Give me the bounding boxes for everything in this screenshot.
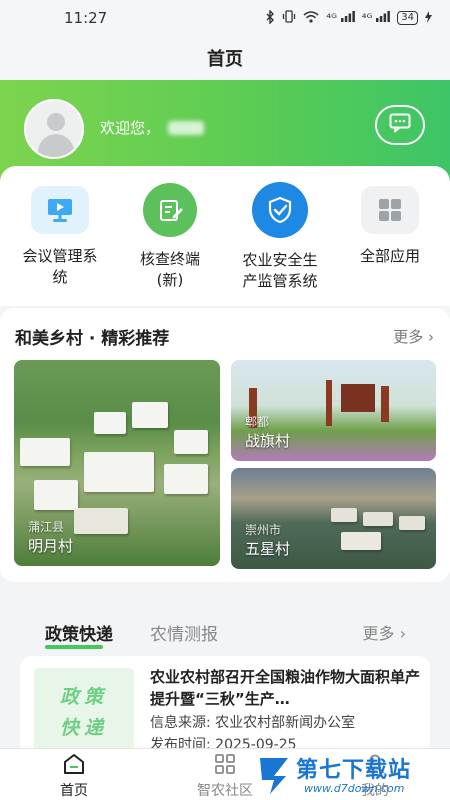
title-bar: 首页 <box>0 36 450 80</box>
news-source: 信息来源: 农业农村部新闻办公室 <box>150 715 356 731</box>
presentation-icon <box>31 186 89 234</box>
grid-icon <box>361 186 419 234</box>
signal-label: ⁴ᴳ <box>326 11 337 25</box>
watermark-url: www.d7down.com <box>304 782 405 795</box>
vibrate-icon <box>282 10 296 26</box>
page-title: 首页 <box>207 49 243 70</box>
village-recommend-section: 和美乡村 · 精彩推荐 更多 › 蒲江县 明月村 郫都 战旗村 崇州市 五星村 <box>0 308 450 582</box>
status-bar: 11:27 ⁴ᴳ ⁴ᴳ 34 <box>0 0 450 36</box>
active-tab-indicator <box>45 645 103 649</box>
village-card-wuxing[interactable]: 崇州市 五星村 <box>231 468 436 569</box>
village-name: 战旗村 <box>245 432 291 450</box>
signal-icon: ⁴ᴳ <box>326 11 355 25</box>
app-label: 全部应用 <box>359 247 420 265</box>
signal-label: ⁴ᴳ <box>361 11 373 25</box>
wifi-icon <box>303 10 319 26</box>
avatar[interactable] <box>24 99 84 159</box>
welcome-label: 欢迎您， <box>100 119 161 137</box>
news-thumbnail: 政策 快递 <box>34 668 134 754</box>
avatar-body <box>38 134 74 157</box>
tab-policy-express[interactable]: 政策快递 <box>45 620 113 645</box>
watermark: 第七下载站 www.d7down.com <box>252 752 450 800</box>
community-grid-icon <box>214 754 236 779</box>
charging-icon <box>425 10 432 26</box>
status-time: 11:27 <box>64 9 108 27</box>
app-all-apps[interactable]: 全部应用 <box>335 186 445 267</box>
app-label: 会议管理系 统 <box>22 247 98 286</box>
village-location: 崇州市 <box>245 523 282 537</box>
signal-icon: ⁴ᴳ <box>362 11 391 25</box>
watermark-text: 第七下载站 <box>296 758 412 783</box>
tab-crop-monitoring[interactable]: 农情测报 <box>150 620 218 645</box>
edit-doc-icon <box>143 183 197 237</box>
app-agri-safety-supervision[interactable]: 农业安全生 产监管系统 <box>225 182 335 292</box>
apps-panel: 会议管理系 统 核查终端 (新) 农业安全生 产监管系统 全部应用 <box>0 166 450 306</box>
status-icons: ⁴ᴳ ⁴ᴳ 34 <box>266 8 432 27</box>
news-more-link[interactable]: 更多 › <box>363 620 407 644</box>
village-caption: 蒲江县 明月村 <box>28 518 73 556</box>
app-verification-terminal[interactable]: 核查终端 (新) <box>115 183 225 291</box>
message-button[interactable] <box>375 105 425 145</box>
nav-home[interactable]: 首页 <box>29 753 119 800</box>
nav-label: 首页 <box>60 783 88 799</box>
welcome-text: 欢迎您， <box>100 117 205 138</box>
app-meeting-management[interactable]: 会议管理系 统 <box>5 186 115 288</box>
home-icon <box>62 754 86 779</box>
village-more-link[interactable]: 更多 › <box>393 326 434 347</box>
village-location: 蒲江县 <box>28 520 65 534</box>
app-label: 核查终端 (新) <box>139 250 200 289</box>
village-card-zhanqi[interactable]: 郫都 战旗村 <box>231 360 436 461</box>
bluetooth-icon <box>266 8 275 27</box>
thumb-text: 快递 <box>59 717 108 739</box>
village-location: 郫都 <box>245 415 270 429</box>
news-item[interactable]: 政策 快递 农业农村部召开全国粮油作物大面积单产 提升暨“三秋”生产… 信息来源… <box>20 656 430 756</box>
chat-icon <box>389 113 411 137</box>
village-name: 明月村 <box>28 537 74 555</box>
section-title: 和美乡村 · 精彩推荐 <box>15 329 170 349</box>
avatar-head <box>47 113 65 131</box>
username-blurred <box>168 120 205 135</box>
village-caption: 崇州市 五星村 <box>245 521 290 559</box>
village-card-mingyue[interactable]: 蒲江县 明月村 <box>14 360 220 566</box>
thumb-text: 政策 <box>59 686 108 708</box>
app-label: 农业安全生 产监管系统 <box>242 251 318 290</box>
news-title: 农业农村部召开全国粮油作物大面积单产 提升暨“三秋”生产… <box>150 668 421 708</box>
village-caption: 郫都 战旗村 <box>245 413 290 451</box>
village-name: 五星村 <box>245 540 291 558</box>
shield-icon <box>252 182 308 238</box>
battery-icon: 34 <box>397 11 418 25</box>
news-tabs: 政策快递 农情测报 更多 › <box>0 612 450 652</box>
watermark-logo <box>260 758 288 794</box>
